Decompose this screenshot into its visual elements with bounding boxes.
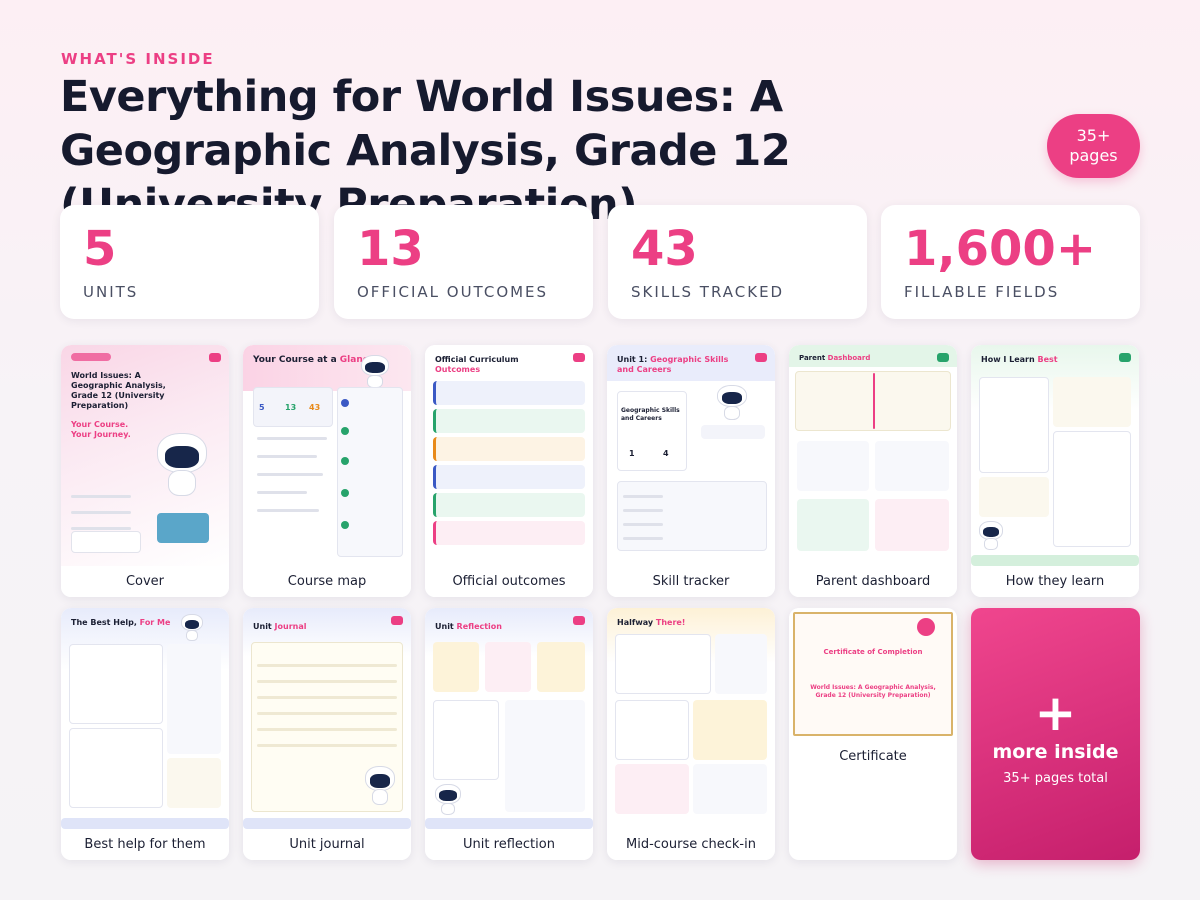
card-caption: Mid-course check-in: [607, 829, 775, 860]
eyebrow-label: WHAT'S INSIDE: [61, 50, 215, 68]
stat-card-skills: 43 SKILLS TRACKED: [608, 205, 867, 319]
stat-label: UNITS: [83, 283, 139, 301]
preview-card-outcomes[interactable]: Official Curriculum Outcomes Official ou…: [425, 345, 593, 597]
card-caption: Course map: [243, 566, 411, 597]
robot-mascot-icon: [717, 385, 747, 421]
pages-badge: 35+ pages: [1047, 114, 1140, 178]
preview-card-unit-reflection[interactable]: Unit Reflection Unit reflection: [425, 608, 593, 860]
mid-course-thumbnail: Halfway There!: [607, 608, 775, 829]
cover-thumbnail: World Issues: A Geographic Analysis, Gra…: [61, 345, 229, 566]
thumb-tagline: Your Course. Your Journey.: [71, 420, 131, 439]
card-caption: Cover: [61, 566, 229, 597]
stat-label: SKILLS TRACKED: [631, 283, 785, 301]
robot-mascot-icon: [157, 433, 207, 497]
thumb-title: Unit Journal: [253, 622, 307, 631]
certificate-thumbnail: Certificate of Completion World Issues: …: [789, 608, 957, 740]
card-caption: How they learn: [971, 566, 1139, 597]
logo: [71, 353, 111, 361]
thumb-title: Halfway There!: [617, 618, 686, 627]
stat-value: 1,600+: [904, 221, 1097, 277]
robot-mascot-icon: [181, 614, 203, 642]
stat-value: 5: [83, 221, 117, 277]
card-caption: Skill tracker: [607, 566, 775, 597]
preview-card-mid-course[interactable]: Halfway There! Mid-course check-in: [607, 608, 775, 860]
thumb-title: Unit 1: Geographic Skills and Careers: [617, 355, 729, 374]
unit-journal-thumbnail: Unit Journal: [243, 608, 411, 829]
mini-stat: 13: [285, 403, 297, 412]
qr-panel: [71, 531, 141, 553]
stat-card-fields: 1,600+ FILLABLE FIELDS: [881, 205, 1140, 319]
robot-mascot-icon: [361, 355, 389, 389]
preview-card-how-they-learn[interactable]: How I Learn Best How they learn: [971, 345, 1139, 597]
thumb-title: How I Learn Best: [981, 355, 1058, 364]
page-number-tag: [209, 353, 221, 362]
pages-badge-label: pages: [1069, 146, 1118, 165]
mini-stat: 5: [259, 403, 265, 412]
plus-icon: +: [1034, 684, 1077, 742]
stat-value: 43: [631, 221, 698, 277]
course-map-thumbnail: Your Course at a Glance 5 13 43: [243, 345, 411, 566]
card-caption: Parent dashboard: [789, 566, 957, 597]
mini-stat: 43: [309, 403, 321, 412]
outcomes-thumbnail: Official Curriculum Outcomes: [425, 345, 593, 566]
preview-card-best-help[interactable]: The Best Help, For Me Best help for them: [61, 608, 229, 860]
more-inside-card[interactable]: + more inside 35+ pages total: [971, 608, 1140, 860]
thumb-title: Official Curriculum Outcomes: [435, 355, 519, 374]
thumb-subtitle: Geographic Skills and Careers: [621, 407, 680, 422]
preview-card-cover[interactable]: World Issues: A Geographic Analysis, Gra…: [61, 345, 229, 597]
preview-card-certificate[interactable]: Certificate of Completion World Issues: …: [789, 608, 957, 860]
thumb-title: Unit Reflection: [435, 622, 502, 631]
stat-label: OFFICIAL OUTCOMES: [357, 283, 549, 301]
card-caption: Official outcomes: [425, 566, 593, 597]
robot-mascot-icon: [979, 521, 1003, 551]
card-caption: Unit journal: [243, 829, 411, 860]
pages-badge-count: 35+: [1076, 126, 1111, 145]
preview-card-course-map[interactable]: Your Course at a Glance 5 13 43 Course m…: [243, 345, 411, 597]
more-title: more inside: [992, 741, 1119, 763]
preview-card-parent-dashboard[interactable]: Parent Dashboard Parent dashboard: [789, 345, 957, 597]
robot-mascot-icon: [365, 766, 395, 806]
card-caption: Best help for them: [61, 829, 229, 860]
certificate-course: World Issues: A Geographic Analysis, Gra…: [810, 684, 936, 699]
stat-value: 13: [357, 221, 424, 277]
thumb-title: Parent Dashboard: [799, 354, 871, 362]
preview-card-unit-journal[interactable]: Unit Journal Unit journal: [243, 608, 411, 860]
how-they-learn-thumbnail: How I Learn Best: [971, 345, 1139, 566]
stat-card-units: 5 UNITS: [60, 205, 319, 319]
best-help-thumbnail: The Best Help, For Me: [61, 608, 229, 829]
stats-row: 5 UNITS 13 OFFICIAL OUTCOMES 43 SKILLS T…: [60, 205, 1140, 319]
ribbon-seal-icon: [917, 618, 935, 636]
unit-reflection-thumbnail: Unit Reflection: [425, 608, 593, 829]
card-caption: Unit reflection: [425, 829, 593, 860]
robot-mascot-icon: [435, 784, 461, 816]
stat-card-outcomes: 13 OFFICIAL OUTCOMES: [334, 205, 593, 319]
card-caption: Certificate: [789, 740, 957, 772]
skill-tracker-thumbnail: Unit 1: Geographic Skills and Careers Ge…: [607, 345, 775, 566]
more-subtitle: 35+ pages total: [1003, 771, 1108, 786]
certificate-heading: Certificate of Completion: [823, 648, 923, 656]
preview-card-skill-tracker[interactable]: Unit 1: Geographic Skills and Careers Ge…: [607, 345, 775, 597]
thumb-title: World Issues: A Geographic Analysis, Gra…: [71, 371, 166, 410]
stat-label: FILLABLE FIELDS: [904, 283, 1060, 301]
books-icon: [157, 513, 209, 543]
parent-dashboard-thumbnail: Parent Dashboard: [789, 345, 957, 566]
